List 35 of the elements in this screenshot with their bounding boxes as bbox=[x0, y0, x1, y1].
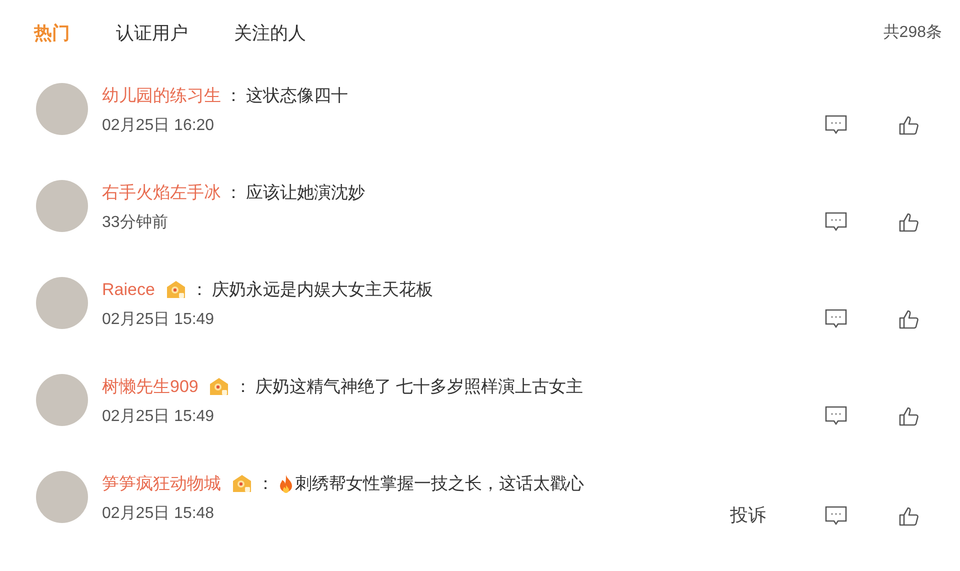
comment-count: 共298条 bbox=[883, 22, 942, 43]
comment-text: 这状态像四十 bbox=[246, 85, 348, 107]
thumbs-up-icon[interactable] bbox=[898, 308, 920, 330]
comment-icon[interactable] bbox=[824, 114, 848, 136]
colon: ： bbox=[190, 279, 208, 301]
comment-icon[interactable] bbox=[824, 504, 848, 526]
comment-icon[interactable] bbox=[824, 405, 848, 427]
tab[interactable]: 关注的人 bbox=[234, 20, 306, 46]
colon: ： bbox=[234, 376, 252, 398]
colon: ： bbox=[225, 182, 242, 204]
username[interactable]: Raiece bbox=[102, 279, 155, 301]
timestamp: 02月25日 15:49 bbox=[102, 310, 216, 330]
username[interactable]: 树懒先生909 bbox=[102, 376, 198, 398]
timestamp: 02月25日 15:48 bbox=[102, 504, 216, 524]
username[interactable]: 笋笋疯狂动物城 bbox=[102, 473, 221, 495]
tab[interactable]: 认证用户 bbox=[116, 20, 188, 46]
colon: ： bbox=[225, 85, 242, 107]
comment-text: 庆奶这精气神绝了 七十多岁照样演上古女主 bbox=[255, 376, 584, 398]
colon: ： bbox=[257, 473, 274, 495]
comment-text: 庆奶永远是内娱大女主天花板 bbox=[212, 279, 433, 301]
thumbs-up-icon[interactable] bbox=[898, 114, 920, 136]
comment-text: 应该让她演沈妙 bbox=[246, 182, 365, 204]
thumbs-up-icon[interactable] bbox=[898, 504, 920, 526]
timestamp: 02月25日 16:20 bbox=[102, 116, 216, 136]
report-link[interactable]: 投诉 bbox=[730, 502, 766, 529]
thumbs-up-icon[interactable] bbox=[898, 405, 920, 427]
username[interactable]: 右手火焰左手冰 bbox=[102, 182, 221, 204]
tab[interactable]: 热门 bbox=[34, 20, 70, 46]
timestamp: 02月25日 15:49 bbox=[102, 407, 216, 427]
comment-text: 刺绣帮女性掌握一技之长，这话太戳心 bbox=[295, 473, 584, 495]
comment-icon[interactable] bbox=[824, 308, 848, 330]
username[interactable]: 幼儿园的练习生 bbox=[102, 85, 221, 107]
timestamp: 33分钟前 bbox=[102, 213, 169, 233]
thumbs-up-icon[interactable] bbox=[898, 211, 920, 233]
comment-icon[interactable] bbox=[824, 211, 848, 233]
